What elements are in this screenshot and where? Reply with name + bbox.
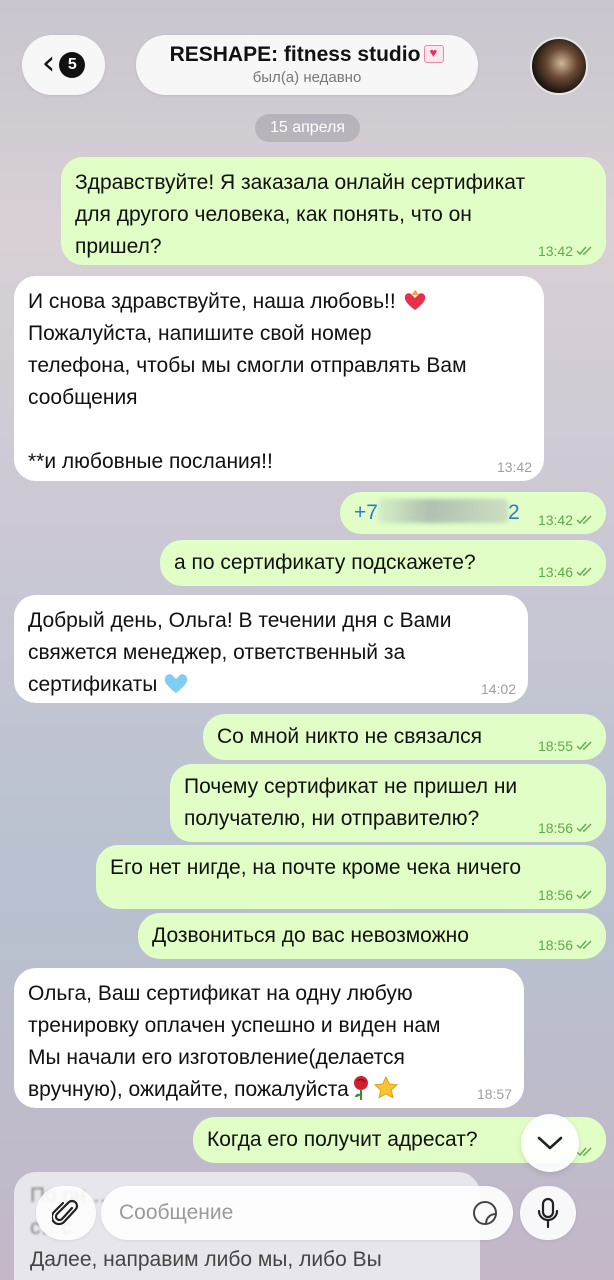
message-meta: 14:02 xyxy=(481,681,516,697)
message-meta: 18:55 xyxy=(538,738,594,754)
chat-header: ‹ 5 RESHAPE: fitness studio был(а) недав… xyxy=(0,0,614,110)
double-check-icon xyxy=(576,741,592,751)
attach-button[interactable] xyxy=(36,1186,96,1240)
message-bubble-outgoing[interactable]: а по сертификату подскажете? 13:46 xyxy=(160,540,606,586)
double-check-icon xyxy=(576,890,592,900)
message-time: 13:46 xyxy=(537,564,573,580)
message-text: Его нет нигде, на почте кроме чека ничег… xyxy=(110,856,522,879)
sticker-icon[interactable] xyxy=(471,1199,499,1227)
message-text: Со мной никто не связался xyxy=(217,725,482,748)
date-divider: 15 апреля xyxy=(255,114,360,142)
message-meta: 13:46 xyxy=(538,564,594,580)
message-bubble-outgoing[interactable]: Почему сертификат не пришел ни получател… xyxy=(170,764,606,842)
message-meta: 18:56 xyxy=(538,820,594,836)
message-input-field[interactable] xyxy=(101,1186,513,1240)
message-meta xyxy=(576,1147,594,1157)
message-meta: 18:56 xyxy=(538,887,594,903)
message-meta: 18:57 xyxy=(477,1086,512,1102)
message-text: Дозвониться до вас невозможно xyxy=(152,924,469,947)
double-check-icon xyxy=(576,1147,592,1157)
microphone-button[interactable] xyxy=(520,1186,576,1240)
double-check-icon xyxy=(576,940,592,950)
message-time: 18:56 xyxy=(537,937,573,953)
message-bubble-outgoing[interactable]: +7 2 13:42 xyxy=(340,492,606,534)
double-check-icon xyxy=(576,823,592,833)
message-time: 18:57 xyxy=(476,1086,512,1102)
double-check-icon xyxy=(576,515,592,525)
chat-title: RESHAPE: fitness studio xyxy=(136,43,478,67)
message-time: 18:55 xyxy=(537,738,573,754)
blue-heart-icon xyxy=(164,674,188,693)
heart-on-fire-icon xyxy=(404,289,425,310)
message-text: Ольга, Ваш сертификат на одну любую трен… xyxy=(28,982,441,1101)
message-time: 14:02 xyxy=(480,681,516,697)
rose-icon xyxy=(353,1076,368,1100)
message-bubble-outgoing[interactable]: Его нет нигде, на почте кроме чека ничег… xyxy=(96,845,606,909)
message-meta: 13:42 xyxy=(497,459,532,475)
message-text: И снова здравствуйте, наша любовь!! Пожа… xyxy=(28,289,467,473)
chevron-left-icon: ‹ xyxy=(41,43,56,83)
message-meta: 18:56 xyxy=(538,937,594,953)
star-icon xyxy=(373,1075,398,1099)
preview-line: Далее, направим либо мы, либо Вы xyxy=(30,1248,382,1271)
redacted-phone-blur xyxy=(377,499,508,523)
double-check-icon xyxy=(576,246,592,256)
last-seen-status: был(а) недавно xyxy=(252,69,362,86)
paperclip-icon xyxy=(52,1199,79,1226)
love-letter-icon xyxy=(424,45,445,63)
message-meta: 13:42 xyxy=(538,512,594,528)
message-time: 13:42 xyxy=(537,243,573,259)
message-text: Добрый день, Ольга! В течении дня с Вами… xyxy=(28,609,452,696)
message-input[interactable] xyxy=(119,1201,449,1225)
phone-link[interactable]: +7 xyxy=(354,501,378,524)
scroll-to-bottom-button[interactable] xyxy=(521,1114,579,1172)
microphone-icon xyxy=(537,1197,559,1229)
message-text: Почему сертификат не пришел ни получател… xyxy=(184,775,518,830)
message-time: 13:42 xyxy=(537,512,573,528)
back-button[interactable]: ‹ 5 xyxy=(22,35,105,95)
message-bubble-outgoing[interactable]: Здравствуйте! Я заказала онлайн сертифик… xyxy=(61,157,606,265)
message-text: Здравствуйте! Я заказала онлайн сертифик… xyxy=(75,171,526,258)
chevron-down-icon xyxy=(537,1136,563,1150)
message-time: 18:56 xyxy=(537,887,573,903)
message-meta: 13:42 xyxy=(538,243,594,259)
unread-count-badge: 5 xyxy=(59,52,86,78)
chat-title-pill[interactable]: RESHAPE: fitness studio был(а) недавно xyxy=(136,35,478,95)
double-check-icon xyxy=(576,567,592,577)
message-bubble-outgoing[interactable]: Со мной никто не связался 18:55 xyxy=(203,714,606,760)
message-time: 18:56 xyxy=(537,820,573,836)
avatar[interactable] xyxy=(530,37,588,95)
message-text: а по сертификату подскажете? xyxy=(174,551,476,574)
message-bubble-incoming[interactable]: Ольга, Ваш сертификат на одну любую трен… xyxy=(14,968,524,1108)
message-bubble-outgoing[interactable]: Дозвониться до вас невозможно 18:56 xyxy=(138,913,606,959)
message-bubble-incoming[interactable]: И снова здравствуйте, наша любовь!! Пожа… xyxy=(14,276,544,481)
message-bubble-incoming[interactable]: Добрый день, Ольга! В течении дня с Вами… xyxy=(14,595,528,703)
message-time: 13:42 xyxy=(496,459,532,475)
